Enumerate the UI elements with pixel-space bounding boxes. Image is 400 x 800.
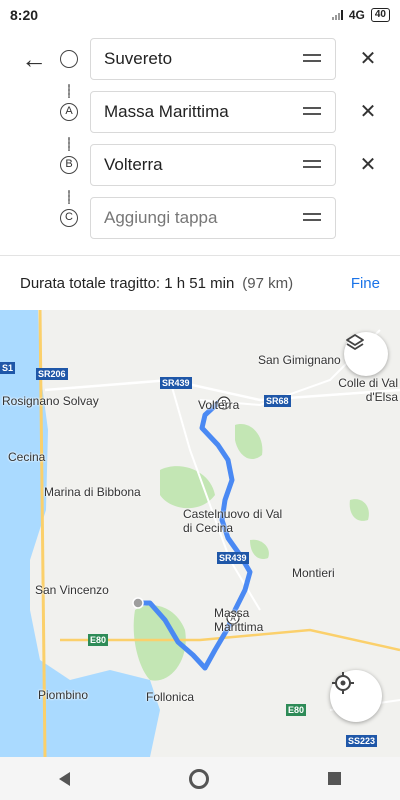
remove-stop-icon[interactable]: ✕	[356, 100, 380, 124]
nav-recent-icon[interactable]	[327, 772, 341, 785]
place-label: Piombino	[38, 688, 89, 702]
road-shield: SR68	[264, 395, 291, 407]
drag-handle-icon[interactable]	[303, 213, 321, 221]
place-label: Volterra	[198, 398, 240, 412]
status-time: 8:20	[10, 7, 39, 23]
road-shield: S1	[0, 362, 16, 374]
origin-circle-icon	[60, 50, 78, 68]
place-label: Massa Marittima	[214, 606, 264, 634]
summary-distance: (97 km)	[242, 274, 294, 292]
my-location-button[interactable]	[330, 670, 382, 722]
place-label: San Vincenzo	[35, 583, 109, 597]
stop-row-c: C Aggiungi tappa	[0, 197, 400, 241]
park	[250, 539, 269, 560]
network-label: 4G	[348, 8, 365, 22]
road-shield: SR439	[217, 552, 249, 564]
route-start-dot	[132, 597, 144, 609]
place-label: Follonica	[146, 690, 195, 704]
layers-icon	[346, 334, 364, 350]
park	[349, 499, 369, 521]
layers-button[interactable]	[344, 332, 388, 376]
road-shield: SR206	[36, 368, 68, 380]
status-bar: 8:20 4G 40	[0, 0, 400, 30]
summary-duration: Durata totale tragitto: 1 h 51 min	[20, 274, 235, 292]
done-button[interactable]: Fine	[351, 275, 380, 292]
origin-field[interactable]: Suvereto	[90, 38, 336, 80]
drag-handle-icon[interactable]	[303, 160, 321, 168]
stop-row-origin: Suvereto ✕	[0, 38, 400, 82]
nav-back-icon[interactable]	[59, 771, 71, 786]
place-label: Rosignano Solvay	[2, 394, 99, 408]
add-stop-field[interactable]: Aggiungi tappa	[90, 197, 336, 239]
park	[235, 424, 263, 460]
road-shield: E80	[286, 704, 307, 716]
place-label: Colle di Val d'Elsa	[338, 376, 398, 404]
park	[160, 466, 215, 509]
marker-a-icon: A	[60, 103, 78, 121]
drag-handle-icon[interactable]	[303, 54, 321, 62]
place-label: San Gimignano	[258, 353, 341, 367]
road-shield: E80	[88, 634, 109, 646]
road-shield: SR439	[160, 377, 192, 389]
place-label: Marina di Bibbona	[44, 485, 141, 499]
map-view[interactable]: A B Rosignano Solvay Cecina Marina di Bi…	[0, 310, 400, 757]
stop-a-field[interactable]: Massa Marittima	[90, 91, 336, 133]
system-nav-bar	[0, 757, 400, 800]
marker-c-icon: C	[60, 209, 78, 227]
stop-row-a: A Massa Marittima ✕	[0, 91, 400, 135]
route-planner: ← Suvereto ✕ A Massa Marittima ✕ B Volte…	[0, 30, 400, 255]
place-label: Montieri	[292, 566, 335, 580]
place-label: Castelnuovo di Val di Cecina	[183, 507, 283, 535]
my-location-icon	[332, 672, 354, 694]
status-icons: 4G 40	[331, 8, 390, 22]
remove-stop-icon[interactable]: ✕	[356, 153, 380, 177]
battery-icon: 40	[370, 8, 390, 22]
remove-stop-icon[interactable]: ✕	[356, 47, 380, 71]
road-shield: SS223	[346, 735, 378, 747]
signal-icon	[331, 10, 343, 20]
nav-home-icon[interactable]	[188, 768, 209, 789]
stop-b-field[interactable]: Volterra	[90, 144, 336, 186]
stop-row-b: B Volterra ✕	[0, 144, 400, 188]
place-label: Cecina	[8, 450, 46, 464]
drag-handle-icon[interactable]	[303, 107, 321, 115]
marker-b-icon: B	[60, 156, 78, 174]
route-summary: Durata totale tragitto: 1 h 51 min (97 k…	[0, 256, 400, 310]
